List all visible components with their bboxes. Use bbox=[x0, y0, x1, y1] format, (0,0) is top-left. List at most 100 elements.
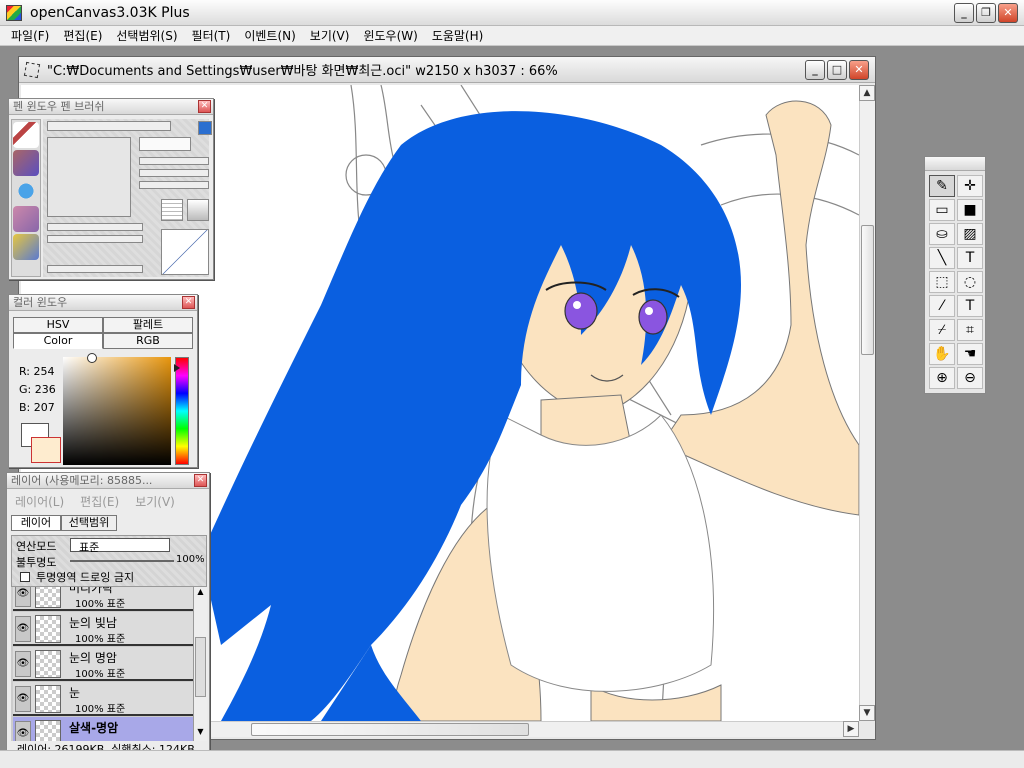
crop-icon[interactable]: ⌗ bbox=[957, 319, 983, 341]
blend-mode-select[interactable]: 표준 bbox=[70, 538, 170, 554]
brush-opacity-slider[interactable] bbox=[47, 235, 143, 243]
menu-help[interactable]: 도움말(H) bbox=[425, 27, 491, 44]
brush-param-slider-3[interactable] bbox=[139, 181, 209, 189]
layer-menu-edit[interactable]: 편집(E) bbox=[80, 493, 119, 510]
saturation-value-picker[interactable] bbox=[63, 353, 171, 465]
airbrush-tool-icon[interactable] bbox=[13, 206, 39, 232]
hue-marker-icon[interactable] bbox=[174, 364, 180, 372]
eye-icon[interactable]: 👁 bbox=[15, 721, 31, 741]
vertical-scrollbar[interactable]: ▲ ▼ bbox=[859, 85, 875, 721]
layer-scroll-down-icon[interactable]: ▼ bbox=[194, 727, 207, 741]
eye-icon[interactable]: 👁 bbox=[15, 686, 31, 712]
pencil-tool-icon[interactable] bbox=[13, 234, 39, 260]
menu-view[interactable]: 보기(V) bbox=[303, 27, 357, 44]
hand-icon[interactable]: ✋ bbox=[929, 343, 955, 365]
layer-row-selected[interactable]: 👁 살색-명암 bbox=[13, 717, 199, 741]
magic-wand-icon[interactable]: ⁄ bbox=[929, 295, 955, 317]
line-icon[interactable]: ╲ bbox=[929, 247, 955, 269]
lasso-icon[interactable]: ◌ bbox=[957, 271, 983, 293]
eyedropper-icon[interactable]: ⌿ bbox=[929, 319, 955, 341]
layer-list-scrollbar[interactable]: ▲ ▼ bbox=[193, 587, 207, 741]
close-button[interactable]: ✕ bbox=[998, 3, 1018, 23]
scroll-down-arrow-icon[interactable]: ▼ bbox=[859, 705, 875, 721]
layer-thumbnail bbox=[35, 587, 61, 608]
zoom-in-icon[interactable]: ⊕ bbox=[929, 367, 955, 389]
green-value: G: 236 bbox=[19, 383, 56, 396]
doc-close-button[interactable]: ✕ bbox=[849, 60, 869, 80]
menu-select[interactable]: 선택범위(S) bbox=[109, 27, 184, 44]
layer-menu-view[interactable]: 보기(V) bbox=[135, 493, 175, 510]
menu-event[interactable]: 이벤트(N) bbox=[237, 27, 302, 44]
tab-palette[interactable]: 팔레트 bbox=[103, 317, 193, 333]
bucket-icon[interactable]: ⛀ bbox=[929, 223, 955, 245]
layer-row[interactable]: 👁 눈의 빛남 100% 표준 bbox=[13, 612, 199, 646]
hue-slider[interactable] bbox=[174, 357, 189, 465]
eye-icon[interactable]: 👁 bbox=[15, 587, 31, 607]
rect-select-icon[interactable]: ⬚ bbox=[929, 271, 955, 293]
brush-tool-icon[interactable] bbox=[13, 150, 39, 176]
eye-icon[interactable]: 👁 bbox=[15, 651, 31, 677]
eye-icon[interactable]: 👁 bbox=[15, 616, 31, 642]
brush-preset-bar[interactable] bbox=[47, 121, 171, 131]
layer-window-close-icon[interactable]: ✕ bbox=[194, 474, 207, 487]
app-title-bar: openCanvas3.03K Plus _ ❐ ✕ bbox=[0, 0, 1024, 26]
layer-row[interactable]: 👁 눈 100% 표준 bbox=[13, 682, 199, 716]
layer-move-icon[interactable]: ▭ bbox=[929, 199, 955, 221]
brush-param-slider-2[interactable] bbox=[139, 169, 209, 177]
scroll-right-arrow-icon[interactable]: ▶ bbox=[843, 721, 859, 737]
brush-preview bbox=[47, 137, 131, 217]
tab-selection[interactable]: 선택범위 bbox=[61, 515, 117, 531]
doc-maximize-button[interactable]: □ bbox=[827, 60, 847, 80]
protect-transparency-checkbox[interactable] bbox=[20, 572, 30, 582]
text-select-icon[interactable]: Ｔ bbox=[957, 295, 983, 317]
layer-scroll-up-icon[interactable]: ▲ bbox=[194, 587, 207, 601]
rotate-hand-icon[interactable]: ☚ bbox=[957, 343, 983, 365]
opacity-value: 100% bbox=[176, 554, 205, 565]
layer-row[interactable]: 👁 눈의 명암 100% 표준 bbox=[13, 647, 199, 681]
horizontal-scroll-thumb[interactable] bbox=[251, 723, 529, 736]
fill-rect-icon[interactable]: ■ bbox=[957, 199, 983, 221]
background-color-swatch[interactable] bbox=[31, 437, 61, 463]
pen-icon[interactable]: ✎ bbox=[929, 175, 955, 197]
pressure-curve-graph[interactable] bbox=[161, 229, 209, 275]
scroll-up-arrow-icon[interactable]: ▲ bbox=[859, 85, 875, 101]
pen-window-close-icon[interactable]: ✕ bbox=[198, 100, 211, 113]
brush-size-slider[interactable] bbox=[47, 223, 143, 231]
color-window-close-icon[interactable]: ✕ bbox=[182, 296, 195, 309]
pen-settings-area bbox=[43, 119, 212, 277]
texture-toggle-icon[interactable] bbox=[187, 199, 209, 221]
watercolor-tool-icon[interactable] bbox=[13, 178, 39, 204]
brush-param-slider-1[interactable] bbox=[139, 157, 209, 165]
menu-file[interactable]: 파일(F) bbox=[4, 27, 56, 44]
color-picker-cursor[interactable] bbox=[87, 353, 97, 363]
color-window-title-bar: 컬러 윈도우 ✕ bbox=[9, 295, 197, 311]
zoom-out-icon[interactable]: ⊖ bbox=[957, 367, 983, 389]
tab-color[interactable]: Color bbox=[13, 333, 103, 349]
brush-density-slider[interactable] bbox=[47, 265, 143, 273]
layer-window-title: 레이어 (사용메모리: 85885... bbox=[11, 474, 153, 487]
restore-button[interactable]: ❐ bbox=[976, 3, 996, 23]
doc-minimize-button[interactable]: _ bbox=[805, 60, 825, 80]
menu-filter[interactable]: 필터(T) bbox=[185, 27, 238, 44]
brush-tip-selector[interactable] bbox=[139, 137, 191, 151]
save-preset-icon[interactable] bbox=[198, 121, 212, 135]
menu-window[interactable]: 윈도우(W) bbox=[356, 27, 424, 44]
minimize-button[interactable]: _ bbox=[954, 3, 974, 23]
layer-window: 레이어 (사용메모리: 85885... ✕ 레이어(L) 편집(E) 보기(V… bbox=[6, 472, 210, 758]
layer-row[interactable]: 👁 머리카락 100% 표준 bbox=[13, 587, 199, 611]
pen-tool-icon[interactable] bbox=[13, 122, 39, 148]
opacity-slider[interactable] bbox=[70, 560, 174, 562]
gradient-icon[interactable]: ▨ bbox=[957, 223, 983, 245]
text-icon[interactable]: T bbox=[957, 247, 983, 269]
layer-menu-layer[interactable]: 레이어(L) bbox=[15, 493, 64, 510]
tab-layer[interactable]: 레이어 bbox=[11, 515, 61, 531]
tab-hsv[interactable]: HSV bbox=[13, 317, 103, 333]
move-icon[interactable]: ✛ bbox=[957, 175, 983, 197]
layer-name: 살색-명암 bbox=[69, 721, 119, 735]
protect-transparency-label: 투명영역 드로잉 금지 bbox=[36, 571, 135, 584]
layer-scroll-thumb[interactable] bbox=[195, 637, 206, 697]
menu-edit[interactable]: 편집(E) bbox=[56, 27, 109, 44]
texture-icon[interactable] bbox=[161, 199, 183, 221]
tab-rgb[interactable]: RGB bbox=[103, 333, 193, 349]
vertical-scroll-thumb[interactable] bbox=[861, 225, 874, 355]
